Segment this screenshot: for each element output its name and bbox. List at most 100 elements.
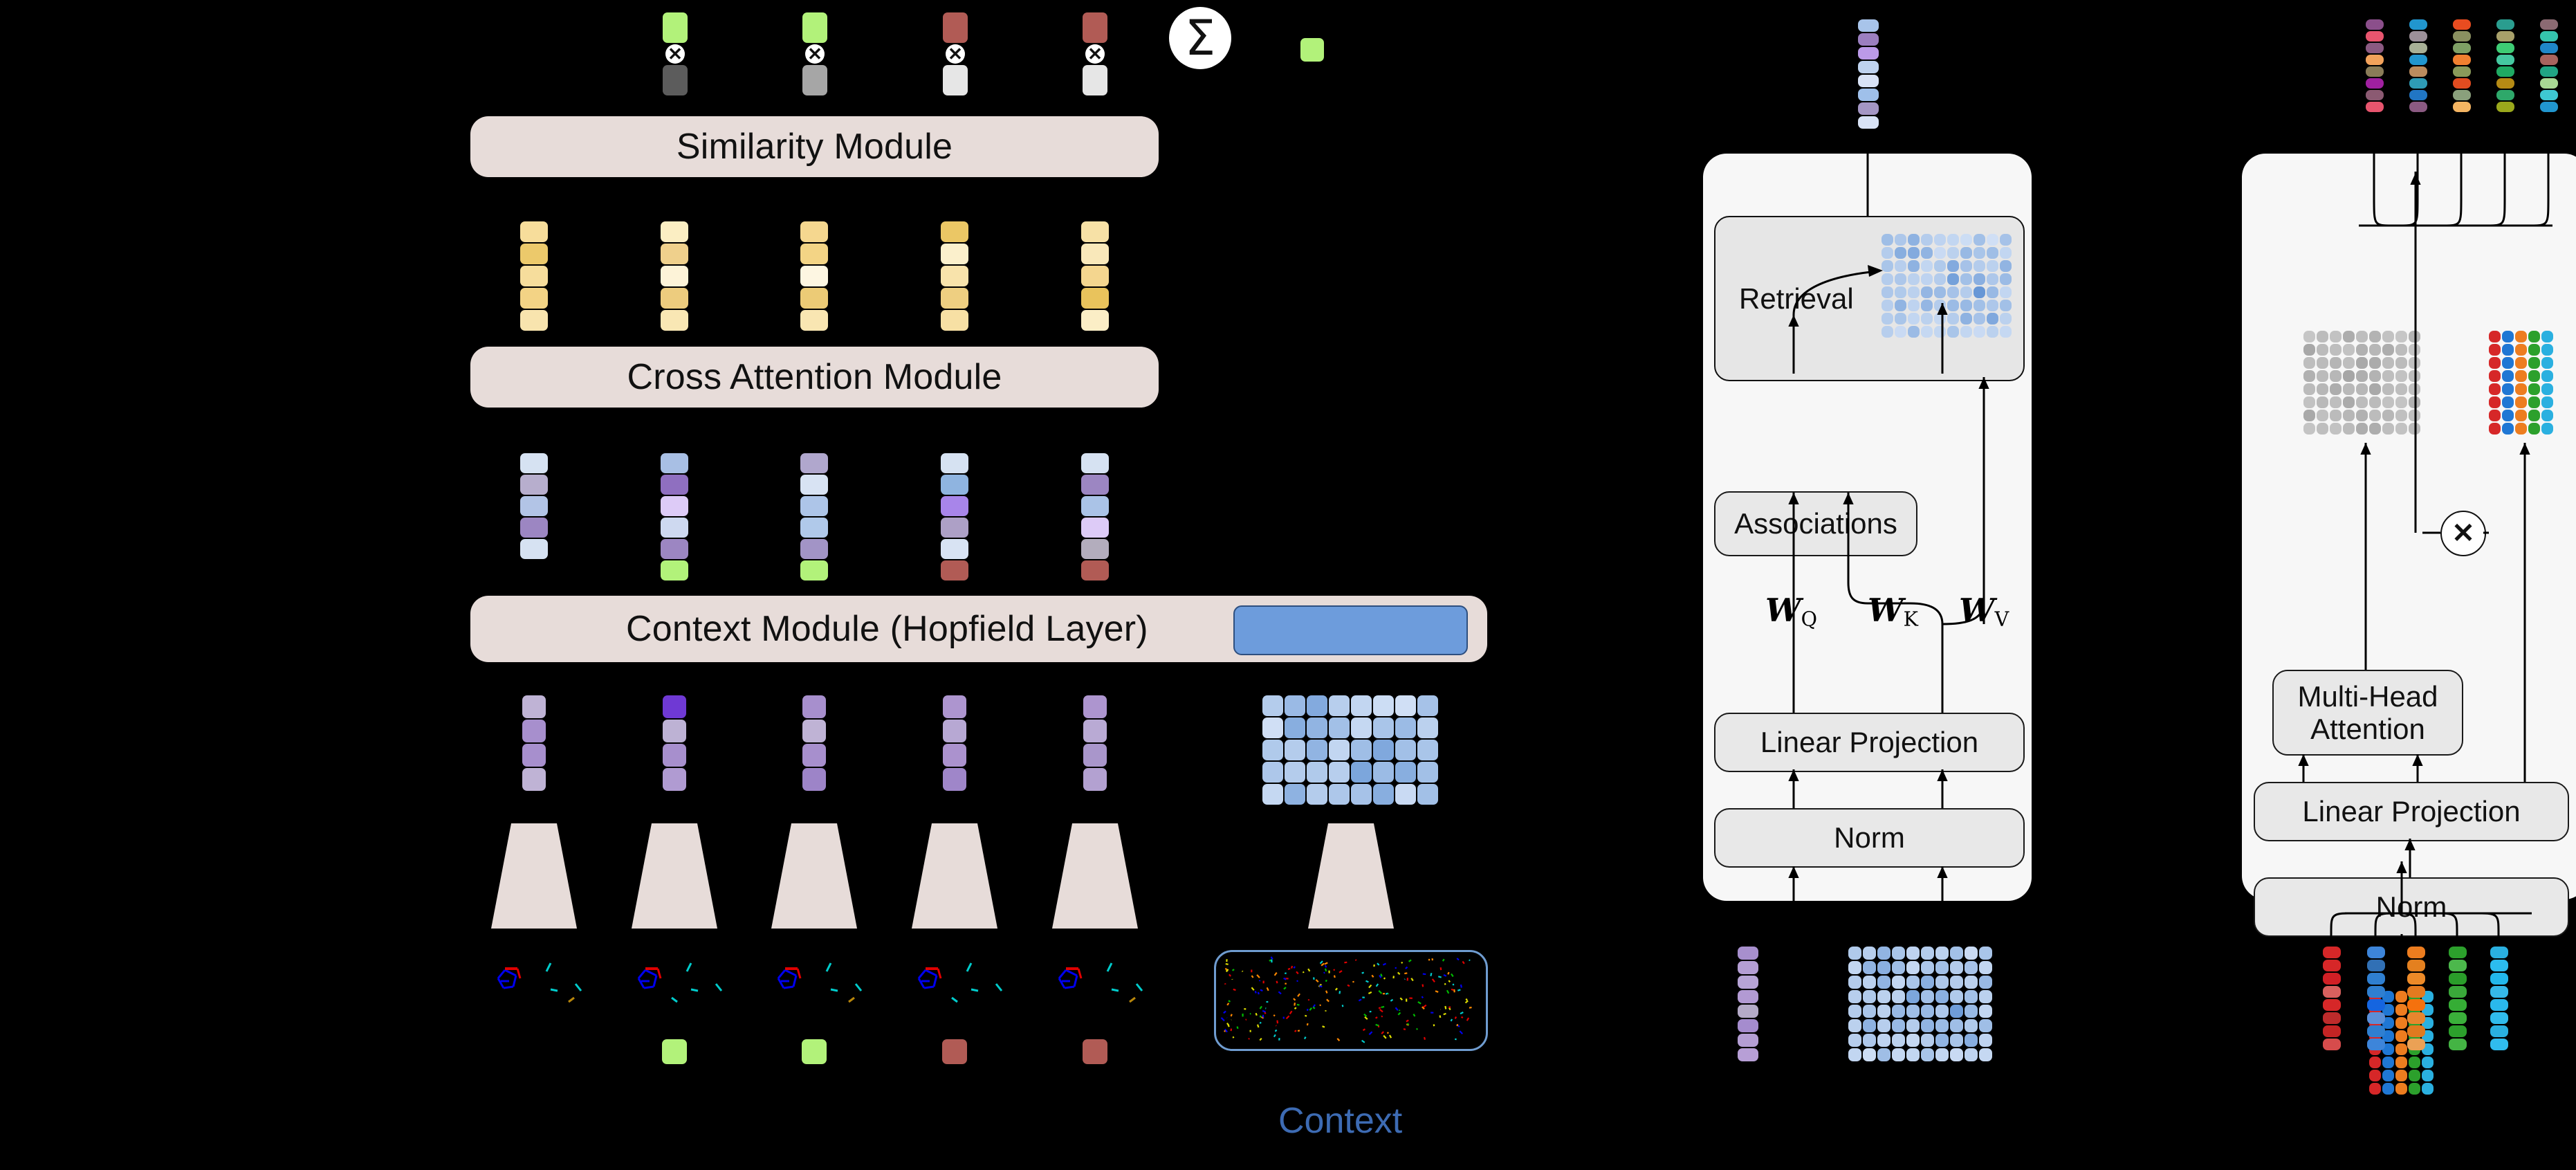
vector-cell [802, 695, 826, 718]
context-module[interactable]: Context Module (Hopfield Layer) [470, 596, 1487, 662]
matrix-cell [1906, 976, 1920, 989]
linear-projection-label-mid: Linear Projection [1760, 726, 1979, 759]
vector-cell [2407, 947, 2425, 958]
matrix-cell [2330, 331, 2342, 342]
vector-cell [2449, 1025, 2467, 1037]
similarity-vector [520, 221, 548, 332]
context-molecule-fragment [1259, 1005, 1262, 1009]
matrix-cell [1947, 300, 1959, 311]
matrix-cell [2489, 396, 2501, 408]
matrix-cell [2502, 410, 2514, 421]
matrix-cell [1921, 273, 1933, 285]
context-molecule-fragment [1297, 993, 1300, 997]
matrix-cell [1395, 740, 1416, 760]
vector-cell [1081, 244, 1109, 264]
matrix-cell [1960, 260, 1972, 272]
matrix-cell [1307, 740, 1327, 760]
encoder-trapezoid[interactable] [1052, 823, 1138, 929]
vector-cell [661, 518, 688, 538]
vector-cell [1738, 961, 1758, 974]
context-molecule-fragment [1312, 1004, 1316, 1008]
vector-cell [1738, 990, 1758, 1003]
linear-projection-block-mid[interactable]: Linear Projection [1714, 713, 2025, 772]
context-molecule-fragment [1293, 998, 1296, 1001]
context-output-vector [943, 695, 966, 792]
matrix-cell [1934, 273, 1946, 285]
vector-cell [1081, 310, 1109, 331]
context-molecule-fragment [1451, 973, 1454, 978]
vector-cell [1738, 1005, 1758, 1018]
matrix-cell [2502, 344, 2514, 356]
encoder-trapezoid[interactable] [912, 823, 997, 929]
matrix-cell [1877, 1034, 1890, 1047]
vector-cell [941, 288, 968, 309]
context-molecule-fragment [1404, 972, 1408, 975]
matrix-cell [1947, 326, 1959, 338]
matrix-cell [1329, 740, 1350, 760]
context-molecule-fragment [1306, 1023, 1309, 1026]
context-molecule-fragment [1224, 1028, 1228, 1033]
multiply-icon: ✕ [1085, 44, 1105, 64]
matrix-cell [2382, 383, 2394, 395]
matrix-cell [1285, 762, 1305, 783]
matrix-cell [1882, 273, 1893, 285]
matrix-cell [1262, 740, 1283, 760]
matrix-cell [2343, 410, 2355, 421]
matrix-cell [1974, 313, 1985, 325]
vector-cell [2367, 1039, 2385, 1050]
context-molecule-fragment [1375, 983, 1379, 987]
matrix-cell [1329, 784, 1350, 805]
matrix-cell [1934, 286, 1946, 298]
encoder-trapezoid[interactable] [1308, 823, 1394, 929]
encoder-trapezoid[interactable] [491, 823, 577, 929]
matrix-cell [2502, 357, 2514, 369]
matrix-cell [1395, 695, 1416, 716]
context-molecule-fragment [1274, 1029, 1278, 1032]
matrix-cell [2382, 357, 2394, 369]
cross-attention-module[interactable]: Cross Attention Module [470, 347, 1159, 408]
matrix-cell [1906, 1005, 1920, 1018]
multiply-icon: ✕ [805, 44, 825, 64]
linear-projection-block-right[interactable]: Linear Projection [2254, 782, 2569, 841]
context-molecule-fragment [1231, 969, 1235, 971]
matrix-cell [1307, 762, 1327, 783]
norm-block-right[interactable]: Norm [2254, 877, 2569, 937]
associations-block[interactable]: Associations [1714, 491, 1917, 556]
matrix-cell [2330, 410, 2342, 421]
vector-cell [2453, 31, 2471, 42]
similarity-module[interactable]: Similarity Module [470, 116, 1159, 177]
matrix-cell [1965, 976, 1978, 989]
matrix-cell [1950, 1034, 1963, 1047]
context-molecule-fragment [1312, 1006, 1316, 1009]
vector-cell [2496, 102, 2514, 112]
similarity-prediction-cell [663, 12, 688, 43]
vector-cell [2366, 90, 2384, 100]
context-molecule-fragment [1220, 1017, 1225, 1022]
encoder-trapezoid[interactable] [771, 823, 857, 929]
encoder-trapezoid[interactable] [632, 823, 717, 929]
matrix-cell [1882, 300, 1893, 311]
matrix-cell [2317, 357, 2328, 369]
vector-cell [661, 539, 688, 559]
context-molecule-fragment [1439, 967, 1442, 971]
similarity-vector [661, 221, 688, 332]
matrix-cell [2489, 357, 2501, 369]
norm-block-mid[interactable]: Norm [1714, 808, 2025, 868]
context-molecule-fragment [1406, 1023, 1410, 1026]
vector-cell [2366, 43, 2384, 53]
context-molecule-fragment [1269, 959, 1272, 962]
multi-head-attention-block[interactable]: Multi-Head Attention [2272, 670, 2463, 756]
context-molecule-fragment [1233, 988, 1236, 991]
vector-cell [800, 475, 828, 495]
similarity-vector [1081, 221, 1109, 332]
context-molecule-fragment [1415, 1027, 1418, 1030]
matrix-cell [2369, 1070, 2381, 1081]
vector-cell [941, 310, 968, 331]
matrix-cell [2356, 344, 2368, 356]
matrix-cell [2330, 396, 2342, 408]
context-molecule-fragment [1324, 968, 1327, 972]
vector-cell [2449, 986, 2467, 998]
matrix-cell [2369, 344, 2381, 356]
vector-cell [2409, 78, 2427, 89]
vector-cell [522, 695, 546, 718]
